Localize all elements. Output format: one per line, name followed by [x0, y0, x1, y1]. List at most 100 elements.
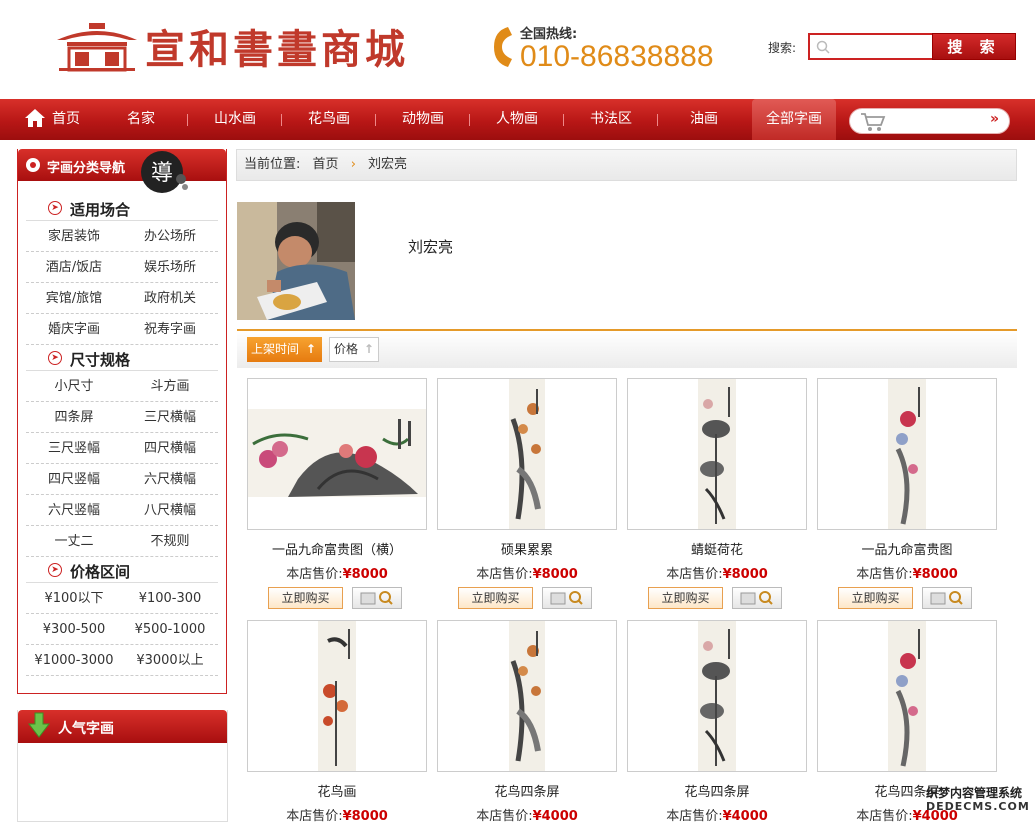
category-link[interactable]: 六尺竖幅: [26, 495, 122, 525]
nav-masters[interactable]: 名家: [121, 99, 161, 140]
category-row: 宾馆/旅馆 政府机关: [26, 283, 218, 314]
category-link[interactable]: 六尺横幅: [122, 464, 218, 494]
product-name[interactable]: 花鸟四条屏: [437, 781, 617, 800]
price-value: ¥8000: [342, 567, 388, 582]
search-button[interactable]: 搜 索: [932, 33, 1016, 60]
breadcrumb-current[interactable]: 刘宏亮: [368, 157, 407, 172]
nav-home[interactable]: 首页: [50, 99, 82, 140]
category-link[interactable]: 家居装饰: [26, 221, 122, 251]
category-link[interactable]: 三尺竖幅: [26, 433, 122, 463]
search-box: [808, 33, 933, 60]
view-detail-button[interactable]: [732, 587, 782, 609]
category-sidebar: 字画分类导航 導 ➤ 适用场合 家居装饰 办公场所 酒店/饭店 娱乐场所 宾馆/…: [17, 149, 227, 694]
logo-text: 宣和書畫商城: [145, 26, 409, 73]
painting-image: [318, 621, 356, 771]
category-link[interactable]: 娱乐场所: [122, 252, 218, 282]
popular-title: 人气字画: [58, 721, 114, 737]
nav-figure[interactable]: 人物画: [490, 99, 544, 140]
category-link[interactable]: 一丈二: [26, 526, 122, 556]
category-row: 四条屏 三尺横幅: [26, 402, 218, 433]
category-link[interactable]: 三尺横幅: [122, 402, 218, 432]
category-link[interactable]: 办公场所: [122, 221, 218, 251]
product-thumbnail[interactable]: [627, 620, 807, 772]
product-thumbnail[interactable]: [627, 378, 807, 530]
category-link[interactable]: 八尺横幅: [122, 495, 218, 525]
watermark-line2: DEDECMS.COM: [926, 800, 1030, 813]
product-card: 花鸟画 本店售价:¥8000: [247, 620, 427, 822]
arrow-up-icon: ↑: [305, 342, 316, 356]
product-name[interactable]: 硕果累累: [437, 539, 617, 558]
arrow-up-icon: ↑: [363, 342, 374, 356]
hotline-number: 010-86838888: [520, 39, 714, 73]
cart-box[interactable]: »: [849, 108, 1010, 134]
view-detail-button[interactable]: [352, 587, 402, 609]
artist-portrait-image: [237, 202, 355, 320]
nav-oil-painting[interactable]: 油画: [684, 99, 724, 140]
category-link[interactable]: 小尺寸: [26, 371, 122, 401]
product-thumbnail[interactable]: [247, 378, 427, 530]
chevron-right-icon: ›: [350, 157, 356, 172]
product-name[interactable]: 蜻蜓荷花: [627, 539, 807, 558]
product-name[interactable]: 一品九命富贵图（横）: [247, 539, 427, 558]
buy-now-button[interactable]: 立即购买: [458, 587, 533, 609]
nav-animal[interactable]: 动物画: [396, 99, 450, 140]
category-link[interactable]: ¥100以下: [26, 583, 122, 613]
category-row: ¥1000-3000 ¥3000以上: [26, 645, 218, 676]
category-link[interactable]: ¥1000-3000: [26, 645, 122, 675]
buy-now-button[interactable]: 立即购买: [838, 587, 913, 609]
search-input[interactable]: [834, 36, 929, 57]
category-link[interactable]: ¥100-300: [122, 583, 218, 613]
product-card: 硕果累累 本店售价:¥8000 立即购买: [437, 378, 617, 611]
nav-landscape[interactable]: 山水画: [208, 99, 262, 140]
category-link[interactable]: 宾馆/旅馆: [26, 283, 122, 313]
category-link[interactable]: 斗方画: [122, 371, 218, 401]
breadcrumb-label: 当前位置:: [244, 157, 301, 172]
search-icon: [816, 40, 830, 54]
category-row: 四尺竖幅 六尺横幅: [26, 464, 218, 495]
category-link[interactable]: 四条屏: [26, 402, 122, 432]
product-name[interactable]: 一品九命富贵图: [817, 539, 997, 558]
sort-by-price-button[interactable]: 价格 ↑: [329, 337, 379, 362]
breadcrumb-home[interactable]: 首页: [313, 157, 339, 172]
view-detail-button[interactable]: [542, 587, 592, 609]
category-link[interactable]: 四尺竖幅: [26, 464, 122, 494]
nav-separator: [657, 114, 658, 126]
product-name[interactable]: 花鸟四条屏: [627, 781, 807, 800]
dao-badge-icon: 導: [141, 151, 188, 193]
category-link[interactable]: ¥300-500: [26, 614, 122, 644]
product-card: 一品九命富贵图 本店售价:¥8000 立即购买: [817, 378, 997, 611]
nav-flower-bird[interactable]: 花鸟画: [302, 99, 356, 140]
view-detail-button[interactable]: [922, 587, 972, 609]
price-value: ¥8000: [912, 567, 958, 582]
buy-now-button[interactable]: 立即购买: [648, 587, 723, 609]
nav-calligraphy[interactable]: 书法区: [584, 99, 638, 140]
category-row: 婚庆字画 祝寿字画: [26, 314, 218, 345]
nav-all-paintings[interactable]: 全部字画: [752, 99, 836, 140]
product-thumbnail[interactable]: [437, 378, 617, 530]
sort-by-time-button[interactable]: 上架时间 ↑: [247, 337, 322, 362]
artist-photo: [237, 202, 355, 320]
product-thumbnail[interactable]: [817, 620, 997, 772]
category-link[interactable]: 四尺横幅: [122, 433, 218, 463]
category-link[interactable]: ¥500-1000: [122, 614, 218, 644]
category-link[interactable]: 政府机关: [122, 283, 218, 313]
product-thumbnail[interactable]: [817, 378, 997, 530]
category-link[interactable]: 婚庆字画: [26, 314, 122, 344]
product-thumbnail[interactable]: [437, 620, 617, 772]
site-logo[interactable]: 宣和書畫商城: [55, 18, 409, 74]
artist-name: 刘宏亮: [408, 238, 454, 256]
price-value: ¥8000: [532, 567, 578, 582]
painting-image: [248, 409, 426, 497]
category-link[interactable]: 祝寿字画: [122, 314, 218, 344]
home-icon[interactable]: [24, 108, 46, 128]
buy-now-button[interactable]: 立即购买: [268, 587, 343, 609]
nav-separator: [375, 114, 376, 126]
category-link[interactable]: 不规则: [122, 526, 218, 556]
product-thumbnail[interactable]: [247, 620, 427, 772]
product-price: 本店售价:¥8000: [247, 563, 427, 582]
category-link[interactable]: 酒店/饭店: [26, 252, 122, 282]
product-name[interactable]: 花鸟画: [247, 781, 427, 800]
price-label: 本店售价:: [856, 567, 913, 582]
price-label: 本店售价:: [476, 809, 533, 822]
category-link[interactable]: ¥3000以上: [122, 645, 218, 675]
